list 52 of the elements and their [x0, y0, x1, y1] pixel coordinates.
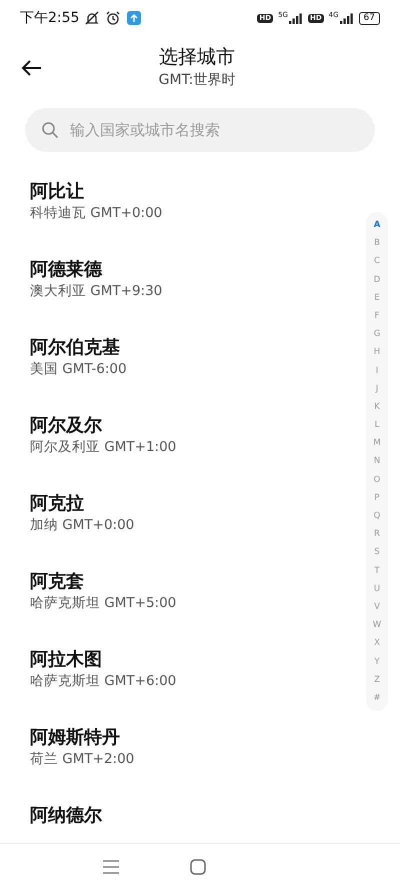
menu-icon[interactable] [102, 860, 120, 874]
index-letter[interactable]: S [374, 543, 380, 562]
city-detail: 澳大利亚 GMT+9:30 [30, 282, 164, 302]
index-letter[interactable]: N [374, 452, 380, 471]
city-detail: 加纳 GMT+0:00 [30, 516, 136, 536]
alphabet-index-bar[interactable]: A B C D E F G H I J K L M N O P Q R S T U V W X Y Z # [366, 212, 388, 712]
status-time: 下午2:55 [20, 8, 80, 28]
index-letter[interactable]: R [374, 525, 380, 544]
index-letter[interactable]: H [374, 343, 380, 362]
city-detail: 美国 GMT-6:00 [30, 360, 128, 380]
index-letter[interactable]: W [372, 616, 382, 634]
index-letter[interactable]: M [373, 434, 381, 452]
index-letter[interactable]: O [374, 470, 380, 489]
city-name[interactable]: 阿姆斯特丹 [30, 726, 370, 750]
index-letter[interactable]: Z [374, 670, 380, 689]
index-letter[interactable]: C [374, 252, 380, 271]
index-letter[interactable]: X [374, 634, 380, 652]
index-letter[interactable]: K [374, 398, 380, 416]
index-letter[interactable]: V [374, 598, 380, 616]
city-name[interactable]: 阿纳德尔 [30, 804, 370, 828]
page-title: 选择城市 [158, 45, 236, 70]
index-letter[interactable]: E [374, 288, 380, 307]
search-field[interactable]: 输入国家或城市名搜索 [25, 108, 375, 152]
signal-icon [340, 12, 354, 24]
alarm-clock-icon [105, 10, 122, 26]
index-letter[interactable]: J [376, 380, 378, 398]
bell-off-icon [84, 10, 100, 26]
home-icon[interactable] [190, 858, 206, 874]
city-detail: 荷兰 GMT+2:00 [30, 750, 136, 770]
search-icon [41, 121, 59, 139]
index-letter[interactable]: F [374, 306, 380, 326]
index-letter[interactable]: L [374, 416, 380, 434]
index-letter[interactable]: A [374, 216, 380, 234]
index-letter[interactable]: P [374, 488, 380, 507]
city-detail: 阿尔及利亚 GMT+1:00 [30, 438, 178, 458]
index-letter[interactable]: Q [374, 507, 380, 526]
index-letter[interactable]: U [374, 580, 380, 598]
city-detail: 哈萨克斯坦 GMT+5:00 [30, 594, 178, 614]
app-notification-icon [126, 10, 142, 26]
index-letter[interactable]: Y [374, 652, 380, 671]
index-letter[interactable]: T [374, 562, 380, 580]
index-letter[interactable]: D [374, 270, 380, 289]
index-letter[interactable]: G [374, 325, 380, 344]
battery-level: 67 [358, 12, 380, 24]
city-detail: 科特迪瓦 GMT+0:00 [30, 204, 164, 224]
signal-icon [288, 12, 303, 24]
index-letter[interactable]: # [373, 688, 381, 708]
city-name[interactable]: 阿比让 [30, 180, 370, 204]
city-detail: 哈萨克斯坦 GMT+6:00 [30, 672, 178, 692]
index-letter[interactable]: I [376, 362, 378, 380]
page-subtitle: GMT:世界时 [158, 70, 236, 90]
index-letter[interactable]: B [374, 234, 380, 252]
